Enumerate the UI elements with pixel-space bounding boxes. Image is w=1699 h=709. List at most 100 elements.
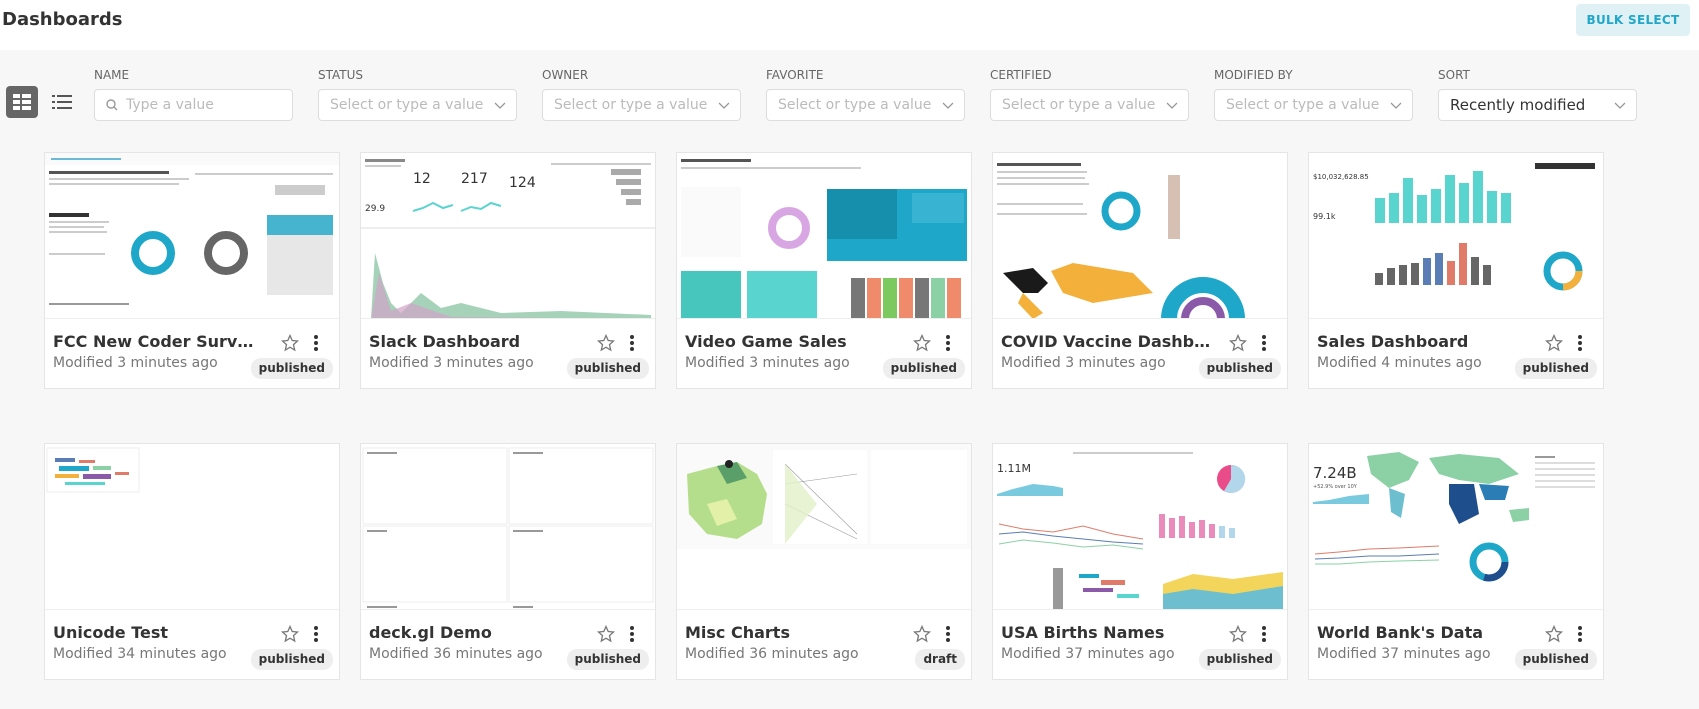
- filter-owner: OWNER Select or type a value: [542, 68, 741, 121]
- more-vert-icon[interactable]: [628, 625, 636, 643]
- dashboard-title[interactable]: deck.gl Demo: [369, 623, 579, 642]
- modified-time: Modified 36 minutes ago: [369, 646, 543, 662]
- dashboard-thumbnail[interactable]: 1.11M: [993, 444, 1287, 610]
- owner-placeholder: Select or type a value: [554, 97, 708, 113]
- owner-select[interactable]: Select or type a value: [542, 89, 741, 121]
- dashboard-card[interactable]: Video Game Sales Modified 3 minutes ago …: [676, 152, 972, 389]
- modified-by-select[interactable]: Select or type a value: [1214, 89, 1413, 121]
- dashboard-title[interactable]: Slack Dashboard: [369, 332, 579, 351]
- status-badge: published: [566, 649, 649, 670]
- filter-label-sort: SORT: [1438, 68, 1470, 82]
- star-icon[interactable]: [281, 334, 299, 352]
- modified-time: Modified 3 minutes ago: [369, 355, 534, 371]
- dashboard-title[interactable]: Video Game Sales: [685, 332, 895, 351]
- dashboard-thumbnail[interactable]: [45, 444, 339, 610]
- more-vert-icon[interactable]: [944, 334, 952, 352]
- thumbnail-preview: 1.11M: [997, 452, 1283, 609]
- dashboard-thumbnail[interactable]: [677, 444, 971, 610]
- dashboard-thumbnail[interactable]: $10,032,628.85 99.1k: [1309, 153, 1603, 319]
- star-icon[interactable]: [1545, 625, 1563, 643]
- grid-view-icon: [13, 94, 31, 110]
- slack-kpi-2: 217: [461, 171, 488, 187]
- star-icon[interactable]: [597, 334, 615, 352]
- favorite-select[interactable]: Select or type a value: [766, 89, 965, 121]
- status-badge: published: [1514, 649, 1597, 670]
- dashboard-title[interactable]: World Bank's Data: [1317, 623, 1527, 642]
- dashboard-card[interactable]: $10,032,628.85 99.1k Sales Dashboard Mod…: [1308, 152, 1604, 389]
- filter-name: NAME: [94, 68, 293, 121]
- bulk-select-button[interactable]: BULK SELECT: [1576, 4, 1690, 36]
- star-icon[interactable]: [913, 625, 931, 643]
- dashboard-card[interactable]: 12 217 124 29.9 Slack Dashboard Modified…: [360, 152, 656, 389]
- more-vert-icon[interactable]: [944, 625, 952, 643]
- star-icon[interactable]: [913, 334, 931, 352]
- dashboard-title[interactable]: Unicode Test: [53, 623, 263, 642]
- dashboard-title[interactable]: FCC New Coder Survey 2...: [53, 332, 263, 351]
- sort-select[interactable]: Recently modified: [1438, 89, 1637, 121]
- modified-by-placeholder: Select or type a value: [1226, 97, 1380, 113]
- dashboard-card[interactable]: deck.gl Demo Modified 36 minutes ago pub…: [360, 443, 656, 680]
- star-icon[interactable]: [1545, 334, 1563, 352]
- filter-label-status: STATUS: [318, 68, 364, 82]
- dashboard-card[interactable]: 1.11M USA Births Names Modified 37 minut…: [992, 443, 1288, 680]
- chevron-down-icon: [718, 102, 730, 109]
- slack-kpi-4: 29.9: [365, 204, 385, 214]
- star-icon[interactable]: [1229, 625, 1247, 643]
- slack-kpi-3: 124: [509, 175, 536, 191]
- favorite-placeholder: Select or type a value: [778, 97, 932, 113]
- more-vert-icon[interactable]: [1576, 334, 1584, 352]
- dashboard-card[interactable]: Unicode Test Modified 34 minutes ago pub…: [44, 443, 340, 680]
- filter-status: STATUS Select or type a value: [318, 68, 517, 121]
- filter-favorite: FAVORITE Select or type a value: [766, 68, 965, 121]
- status-badge: published: [1198, 649, 1281, 670]
- more-vert-icon[interactable]: [312, 625, 320, 643]
- filter-label-certified: CERTIFIED: [990, 68, 1052, 82]
- worldbank-kpi: 7.24B: [1313, 464, 1357, 482]
- more-vert-icon[interactable]: [1576, 625, 1584, 643]
- sort-value: Recently modified: [1450, 96, 1586, 114]
- dashboard-title[interactable]: USA Births Names: [1001, 623, 1211, 642]
- dashboard-thumbnail[interactable]: [993, 153, 1287, 319]
- list-view-icon: [52, 95, 72, 109]
- modified-time: Modified 4 minutes ago: [1317, 355, 1482, 371]
- more-vert-icon[interactable]: [1260, 334, 1268, 352]
- more-vert-icon[interactable]: [1260, 625, 1268, 643]
- sales-kpi-2: 99.1k: [1313, 212, 1336, 221]
- filter-label-favorite: FAVORITE: [766, 68, 824, 82]
- star-icon[interactable]: [281, 625, 299, 643]
- thumbnail-preview: [681, 159, 967, 318]
- dashboard-title[interactable]: COVID Vaccine Dashboard: [1001, 332, 1211, 351]
- dashboard-title[interactable]: Misc Charts: [685, 623, 895, 642]
- dashboard-title[interactable]: Sales Dashboard: [1317, 332, 1527, 351]
- status-badge: published: [250, 649, 333, 670]
- slack-kpi-1: 12: [413, 171, 431, 187]
- card-view-toggle[interactable]: [6, 86, 38, 118]
- certified-select[interactable]: Select or type a value: [990, 89, 1189, 121]
- search-icon: [106, 99, 118, 111]
- dashboard-thumbnail[interactable]: 7.24B +52.9% over 10Y: [1309, 444, 1603, 610]
- name-search-input[interactable]: [126, 97, 276, 113]
- dashboard-thumbnail[interactable]: [45, 153, 339, 319]
- status-select[interactable]: Select or type a value: [318, 89, 517, 121]
- star-icon[interactable]: [597, 625, 615, 643]
- dashboard-card[interactable]: Misc Charts Modified 36 minutes ago draf…: [676, 443, 972, 680]
- modified-time: Modified 3 minutes ago: [1001, 355, 1166, 371]
- dashboard-thumbnail[interactable]: [677, 153, 971, 319]
- list-view-toggle[interactable]: [46, 86, 78, 118]
- name-search-box[interactable]: [94, 89, 293, 121]
- more-vert-icon[interactable]: [312, 334, 320, 352]
- dashboard-thumbnail[interactable]: [361, 444, 655, 610]
- dashboard-card[interactable]: COVID Vaccine Dashboard Modified 3 minut…: [992, 152, 1288, 389]
- dashboard-card[interactable]: 7.24B +52.9% over 10Y World Bank's Data …: [1308, 443, 1604, 680]
- filter-sort: SORT Recently modified: [1438, 68, 1637, 121]
- dashboard-thumbnail[interactable]: 12 217 124 29.9: [361, 153, 655, 319]
- dashboard-card[interactable]: FCC New Coder Survey 2... Modified 3 min…: [44, 152, 340, 389]
- thumbnail-preview: $10,032,628.85 99.1k: [1313, 163, 1595, 291]
- worldbank-kpi-sub: +52.9% over 10Y: [1313, 484, 1358, 490]
- filter-label-owner: OWNER: [542, 68, 589, 82]
- thumbnail-preview: [45, 153, 339, 305]
- chevron-down-icon: [1614, 102, 1626, 109]
- thumbnail-preview: [997, 163, 1245, 318]
- more-vert-icon[interactable]: [628, 334, 636, 352]
- star-icon[interactable]: [1229, 334, 1247, 352]
